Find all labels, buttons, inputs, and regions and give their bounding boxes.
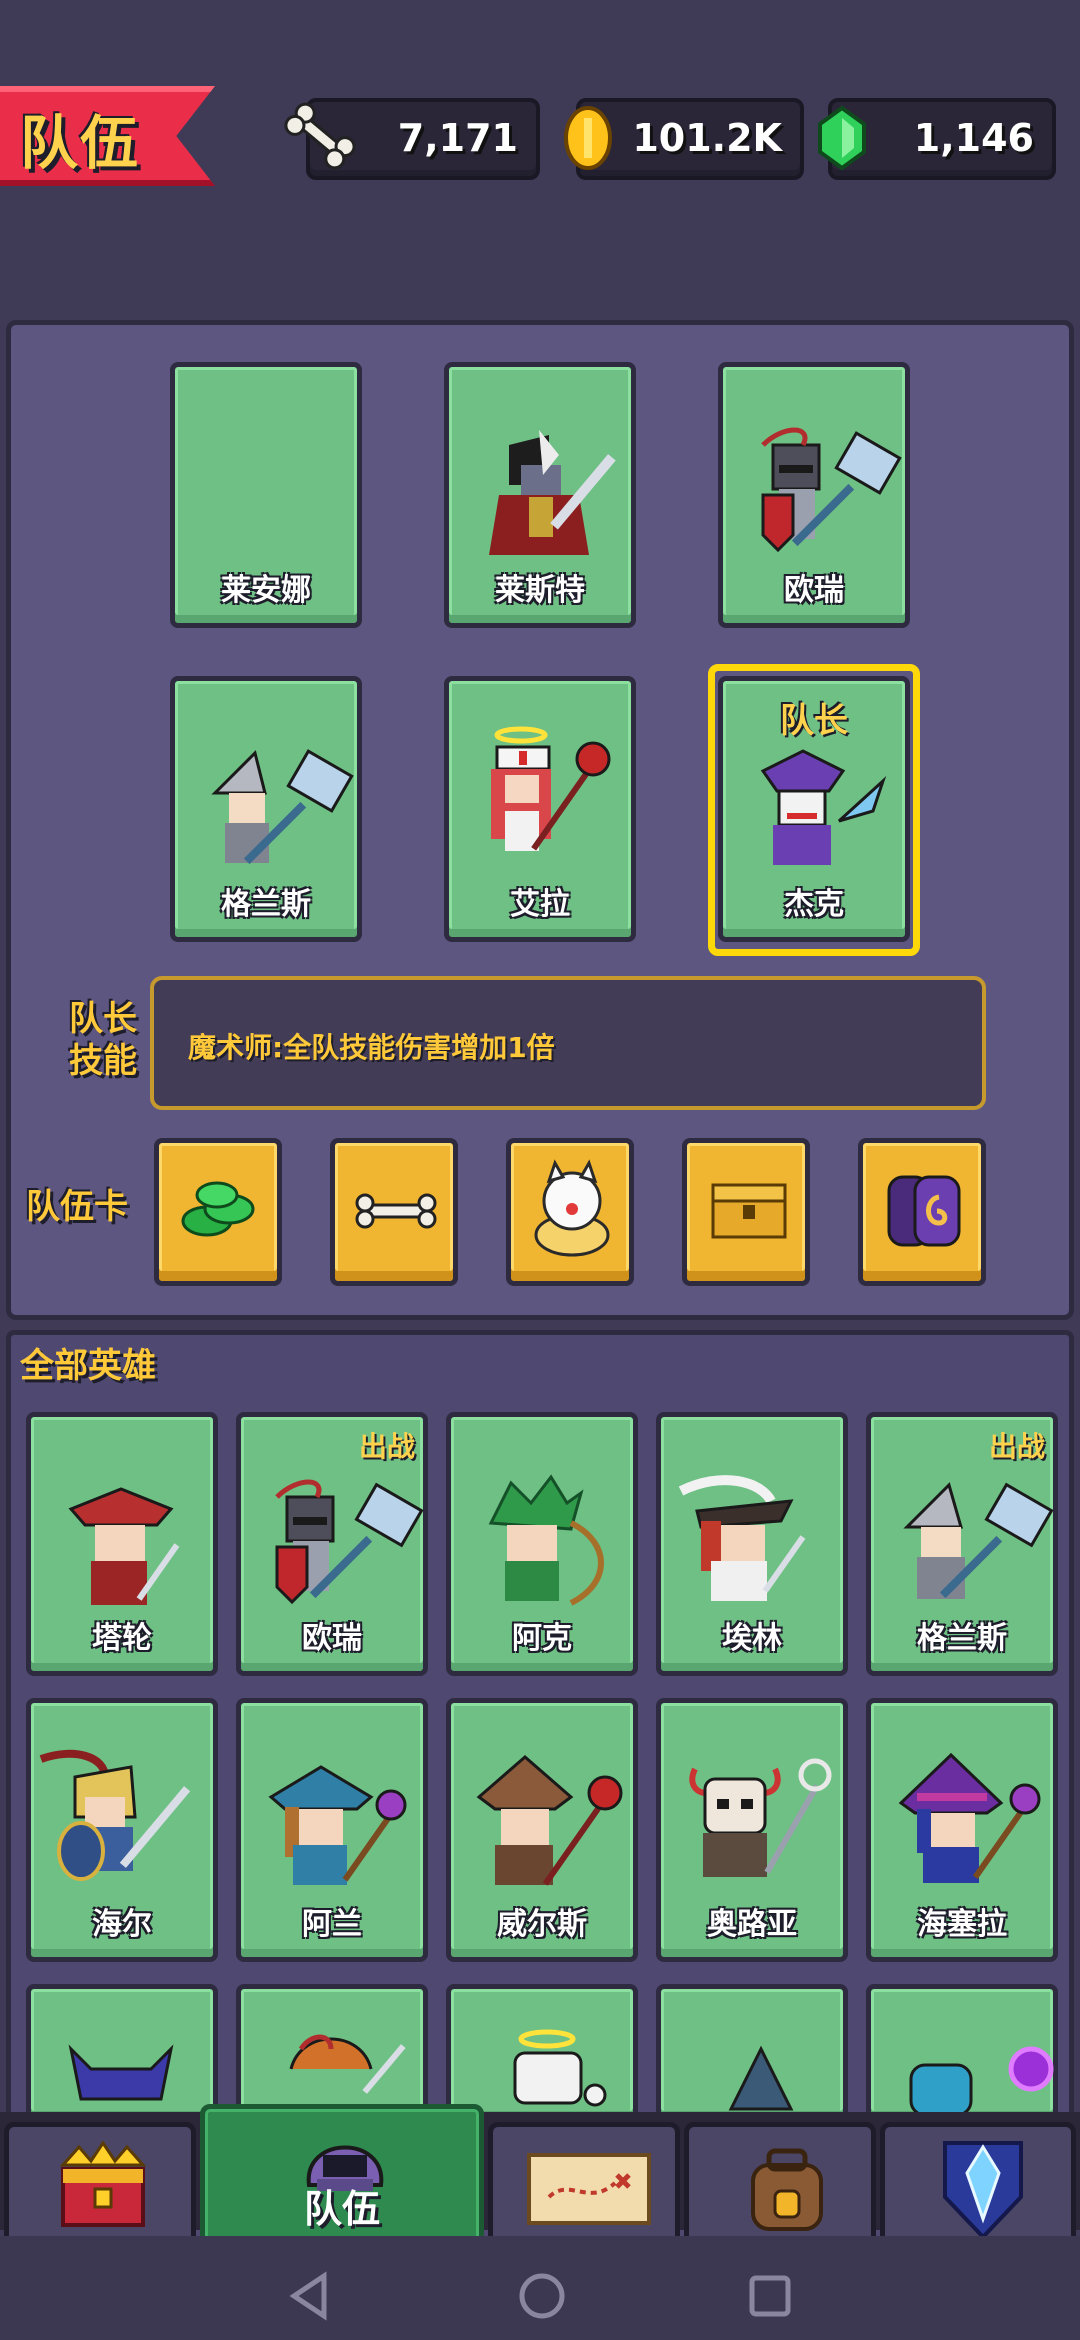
hero-card-ailin[interactable]: 埃林 bbox=[656, 1412, 848, 1676]
orb-mage-sprite bbox=[909, 2046, 1054, 2117]
treasure-chest-icon bbox=[59, 2141, 147, 2227]
hero-name: 欧瑞 bbox=[302, 1621, 362, 1656]
witch-sprite bbox=[898, 1752, 1041, 1883]
leader-skill-description: 魔术师:全队技能伤害增加1倍 bbox=[188, 1031, 555, 1064]
hero-name: 威尔斯 bbox=[497, 1907, 587, 1942]
hero-card-haier[interactable]: 海尔 bbox=[26, 1698, 218, 1962]
nav-dungeon-button[interactable] bbox=[880, 2122, 1076, 2246]
hero-card-gelansi[interactable]: 出战 格兰斯 bbox=[866, 1412, 1058, 1676]
hero-card-alan[interactable]: 阿兰 bbox=[236, 1698, 428, 1962]
team-slot-6-leader[interactable]: 队长 杰克 bbox=[718, 676, 910, 942]
warlock-sprite bbox=[476, 1755, 623, 1886]
paladin-sprite bbox=[39, 1749, 191, 1881]
nav-bag-button[interactable] bbox=[684, 2122, 876, 2246]
mage-sprite bbox=[268, 1765, 407, 1885]
gold-coin-icon bbox=[564, 106, 612, 170]
all-heroes-title: 全部英雄 bbox=[20, 1346, 156, 1386]
hero-card-ake[interactable]: 阿克 bbox=[446, 1412, 638, 1676]
hero-name: 埃林 bbox=[722, 1621, 782, 1656]
leader-skill-box: 魔术师:全队技能伤害增加1倍 bbox=[150, 976, 986, 1110]
gold-count: 101.2K bbox=[632, 116, 782, 160]
team-slot-5[interactable]: 艾拉 bbox=[444, 676, 636, 942]
hero-name: 杰克 bbox=[784, 887, 844, 922]
system-nav-bar bbox=[0, 2236, 1080, 2340]
knight-hammer-sprite bbox=[275, 1479, 424, 1605]
pirate-sprite bbox=[68, 1487, 180, 1605]
team-slot-3[interactable]: 欧瑞 bbox=[718, 362, 910, 628]
skull-mage-sprite bbox=[689, 1758, 832, 1877]
nurse-staff-sprite bbox=[491, 726, 611, 851]
wizard-hammer-sprite bbox=[903, 1482, 1054, 1599]
team-cards-label: 队伍卡 bbox=[26, 1187, 128, 1227]
musketeer-sprite bbox=[678, 1475, 806, 1601]
hero-card-partial-1[interactable] bbox=[26, 1984, 218, 2124]
rune-stone-icon bbox=[887, 1175, 961, 1247]
hero-name: 莱斯特 bbox=[495, 573, 585, 608]
leader-skill-label: 队长 技能 bbox=[60, 998, 146, 1082]
hero-name: 格兰斯 bbox=[221, 887, 311, 922]
hero-card-haisaila[interactable]: 海塞拉 bbox=[866, 1698, 1058, 1962]
dark-swordsman-sprite bbox=[489, 430, 616, 555]
hero-card-partial-4[interactable] bbox=[656, 1984, 848, 2124]
hero-card-partial-3[interactable] bbox=[446, 1984, 638, 2124]
hero-name: 海尔 bbox=[92, 1907, 152, 1942]
hero-card-partial-2[interactable] bbox=[236, 1984, 428, 2124]
bone-icon bbox=[284, 102, 356, 170]
team-card-3[interactable] bbox=[506, 1138, 634, 1286]
nav-team-label: 队伍 bbox=[303, 2187, 380, 2231]
back-icon[interactable] bbox=[280, 2266, 340, 2326]
lucky-cat-icon bbox=[534, 1159, 610, 1257]
hero-name: 艾拉 bbox=[510, 887, 570, 922]
hero-card-aoluya[interactable]: 奥路亚 bbox=[656, 1698, 848, 1962]
gem-count: 1,146 bbox=[913, 116, 1034, 160]
bone-icon bbox=[355, 1193, 437, 1229]
green-gem-icon bbox=[818, 105, 866, 171]
hero-name: 塔轮 bbox=[92, 1621, 152, 1656]
hero-card-talun[interactable]: 塔轮 bbox=[26, 1412, 218, 1676]
page-title: 队伍 bbox=[20, 109, 141, 177]
crystal-shield-icon bbox=[943, 2141, 1023, 2240]
team-card-5[interactable] bbox=[858, 1138, 986, 1286]
archer-sprite bbox=[488, 1474, 604, 1606]
hero-name: 奥路亚 bbox=[707, 1907, 797, 1942]
team-card-4[interactable] bbox=[682, 1138, 810, 1286]
nav-shop-button[interactable] bbox=[4, 2122, 196, 2246]
hero-name: 阿兰 bbox=[302, 1907, 362, 1942]
deployed-badge: 出战 bbox=[358, 1430, 415, 1463]
hero-name: 欧瑞 bbox=[784, 573, 844, 608]
team-card-2[interactable] bbox=[330, 1138, 458, 1286]
hero-card-ouri[interactable]: 出战 欧瑞 bbox=[236, 1412, 428, 1676]
nav-map-button[interactable] bbox=[488, 2122, 680, 2246]
leader-badge: 队长 bbox=[780, 701, 848, 741]
hero-card-partial-5[interactable] bbox=[866, 1984, 1058, 2124]
leader-skill-label-line1: 队长 bbox=[69, 999, 137, 1039]
knight-hammer-sprite bbox=[761, 427, 902, 553]
green-cash-icon bbox=[181, 1181, 255, 1237]
map-scroll-icon bbox=[527, 2153, 651, 2225]
backpack-icon bbox=[751, 2148, 823, 2231]
armored-knight-sprite bbox=[728, 2045, 794, 2111]
hero-card-weiersi[interactable]: 威尔斯 bbox=[446, 1698, 638, 1962]
deployed-badge: 出战 bbox=[988, 1430, 1045, 1463]
hero-name: 阿克 bbox=[512, 1621, 572, 1656]
team-card-1[interactable] bbox=[154, 1138, 282, 1286]
wizard-hammer-sprite bbox=[211, 749, 354, 865]
home-icon[interactable] bbox=[512, 2266, 572, 2326]
nav-team-button[interactable]: 队伍 bbox=[200, 2104, 484, 2246]
leader-skill-label-line2: 技能 bbox=[69, 1041, 137, 1081]
bone-count: 7,171 bbox=[397, 116, 518, 160]
hero-name: 海塞拉 bbox=[917, 1907, 1007, 1942]
recents-icon[interactable] bbox=[740, 2266, 800, 2326]
team-slot-1[interactable]: 莱安娜 bbox=[170, 362, 362, 628]
jester-sprite bbox=[760, 749, 887, 865]
angel-skeleton-sprite bbox=[513, 2029, 607, 2107]
team-slot-2[interactable]: 莱斯特 bbox=[444, 362, 636, 628]
hero-name: 格兰斯 bbox=[917, 1621, 1007, 1656]
hero-name: 莱安娜 bbox=[221, 573, 311, 608]
team-slot-4[interactable]: 格兰斯 bbox=[170, 676, 362, 942]
treasure-chest-icon bbox=[711, 1183, 787, 1239]
demon-sprite bbox=[68, 2044, 174, 2101]
